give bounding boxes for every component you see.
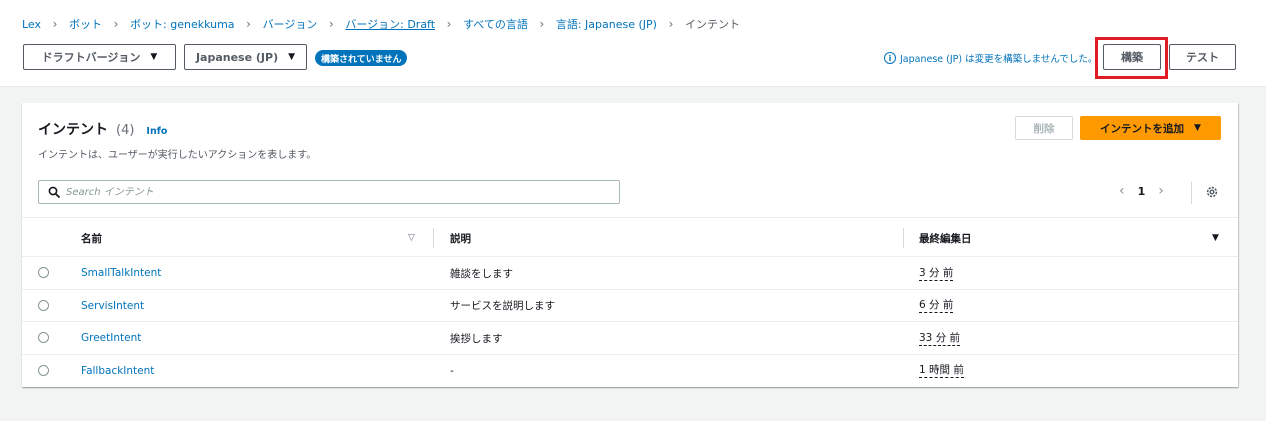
last-edited: 6 分 前	[919, 290, 954, 322]
caret-down-icon: ▼	[1194, 123, 1201, 133]
top-header: Lex › ボット › ボット: genekkuma › バージョン › バージ…	[0, 0, 1266, 87]
page-number[interactable]: 1	[1138, 185, 1146, 198]
search-input[interactable]	[66, 186, 586, 198]
breadcrumb-bot[interactable]: ボット: genekkuma	[130, 16, 235, 32]
build-button[interactable]: 構築	[1103, 44, 1161, 70]
breadcrumb-lex[interactable]: Lex	[22, 18, 41, 31]
intents-table: 名前 ▽ 説明 最終編集日 ▼ SmallTalkIntent 雑談をします 3…	[22, 217, 1238, 387]
column-header-name[interactable]: 名前	[81, 218, 102, 258]
intent-name-link[interactable]: ServisIntent	[81, 290, 144, 322]
table-row[interactable]: GreetIntent 挨拶します 33 分 前	[22, 322, 1238, 355]
caret-down-icon: ▼	[288, 52, 296, 62]
build-notice-text: Japanese (JP) は変更を構築しませんでした。	[900, 54, 1098, 65]
row-radio[interactable]	[38, 332, 49, 343]
chevron-right-icon: ›	[446, 17, 452, 31]
breadcrumb-current-intents: インテント	[684, 18, 740, 31]
info-icon: i	[884, 52, 896, 64]
row-radio[interactable]	[38, 364, 49, 376]
chevron-right-icon: ›	[113, 17, 119, 31]
chevron-right-icon: ›	[539, 17, 545, 31]
table-row[interactable]: FallbackIntent - 1 時間 前	[22, 355, 1238, 388]
build-notice: i Japanese (JP) は変更を構築しませんでした。	[884, 50, 1097, 66]
table-header: 名前 ▽ 説明 最終編集日 ▼	[22, 217, 1238, 257]
last-edited-text: 6 分 前	[919, 299, 954, 313]
breadcrumb-language[interactable]: 言語: Japanese (JP)	[556, 16, 657, 32]
test-button[interactable]: テスト	[1169, 44, 1236, 70]
panel-description: インテントは、ユーザーが実行したいアクションを表します。	[38, 150, 317, 161]
chevron-right-icon: ›	[246, 17, 251, 31]
sort-descending-icon[interactable]: ▼	[1212, 233, 1219, 243]
last-edited: 33 分 前	[919, 322, 961, 354]
chevron-right-icon: ›	[668, 17, 674, 31]
row-radio[interactable]	[38, 267, 49, 278]
gear-icon[interactable]	[1205, 185, 1219, 199]
search-icon	[48, 186, 60, 198]
pagination: ‹ 1 ›	[1119, 183, 1164, 199]
version-select[interactable]: ドラフトバージョン ▼	[23, 44, 176, 70]
intent-description: -	[450, 364, 454, 377]
info-link[interactable]: Info	[146, 126, 167, 137]
column-divider	[433, 228, 434, 248]
intent-name-link[interactable]: SmallTalkIntent	[81, 257, 161, 289]
intents-panel: インテント (4) Info インテントは、ユーザーが実行したいアクションを表し…	[22, 103, 1238, 387]
language-select[interactable]: Japanese (JP) ▼	[184, 44, 307, 70]
table-row[interactable]: ServisIntent サービスを説明します 6 分 前	[22, 290, 1238, 322]
row-radio[interactable]	[38, 299, 49, 311]
intent-count: (4)	[116, 123, 135, 138]
last-edited-text: 33 分 前	[919, 331, 961, 346]
chevron-right-icon: ›	[328, 17, 334, 31]
test-button-label: テスト	[1186, 51, 1219, 64]
caret-down-icon: ▼	[150, 52, 158, 62]
column-header-last-edited[interactable]: 最終編集日	[919, 218, 972, 258]
language-select-label: Japanese (JP)	[195, 50, 279, 64]
divider	[1191, 182, 1192, 204]
intent-description: 挨拶します	[450, 332, 503, 345]
breadcrumb-version-draft[interactable]: バージョン: Draft	[345, 16, 435, 32]
panel-header: インテント (4) Info	[38, 119, 167, 139]
delete-button[interactable]: 削除	[1015, 116, 1073, 140]
breadcrumb-bots[interactable]: ボット	[69, 16, 102, 32]
chevron-right-icon: ›	[52, 17, 58, 31]
last-edited-text: 3 分 前	[919, 266, 954, 281]
intent-name-link[interactable]: GreetIntent	[81, 322, 141, 354]
last-edited-text: 1 時間 前	[919, 364, 964, 378]
intent-name-link[interactable]: FallbackIntent	[81, 355, 154, 387]
last-edited: 1 時間 前	[919, 355, 964, 387]
breadcrumb-all-languages[interactable]: すべての言語	[463, 16, 528, 32]
breadcrumb-versions[interactable]: バージョン	[263, 16, 318, 32]
sort-icon[interactable]: ▽	[408, 233, 415, 243]
breadcrumb: Lex › ボット › ボット: genekkuma › バージョン › バージ…	[22, 16, 740, 32]
delete-button-label: 削除	[1033, 122, 1055, 135]
column-header-description[interactable]: 説明	[450, 218, 471, 258]
chevron-left-icon[interactable]: ‹	[1119, 183, 1125, 199]
version-select-label: ドラフトバージョン	[41, 51, 141, 64]
build-button-label: 構築	[1121, 51, 1143, 64]
intent-description: サービスを説明します	[450, 300, 555, 312]
panel-title: インテント	[38, 122, 108, 138]
table-row[interactable]: SmallTalkIntent 雑談をします 3 分 前	[22, 257, 1238, 290]
add-intent-button[interactable]: インテントを追加 ▼	[1080, 116, 1221, 140]
add-intent-button-label: インテントを追加	[1100, 122, 1185, 135]
last-edited: 3 分 前	[919, 257, 954, 289]
status-badge: 構築されていません	[315, 50, 408, 66]
search-box	[38, 180, 620, 204]
intent-description: 雑談をします	[450, 267, 513, 280]
chevron-right-icon[interactable]: ›	[1158, 183, 1164, 199]
column-divider	[903, 228, 904, 248]
